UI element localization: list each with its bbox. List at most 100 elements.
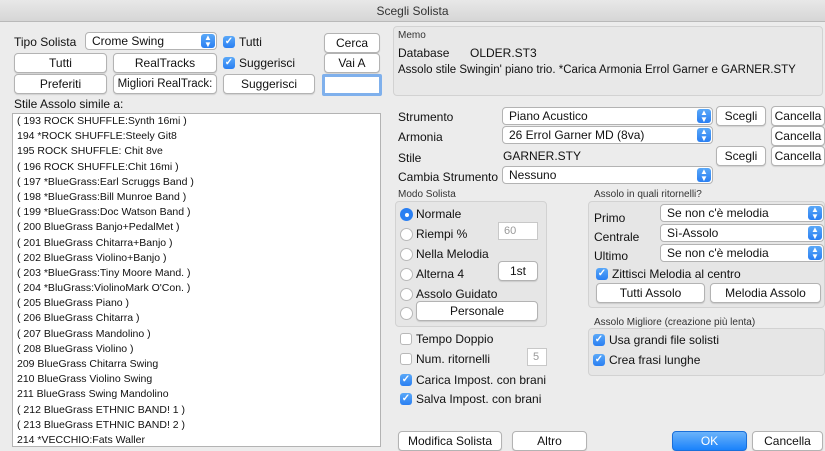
normale-radio[interactable] xyxy=(400,208,413,221)
list-label: Stile Assolo simile a: xyxy=(14,97,124,111)
cancella-button[interactable]: Cancella xyxy=(752,431,823,451)
strumento-label: Strumento xyxy=(398,110,454,124)
armonia-value: 26 Errol Garner MD (8va) xyxy=(509,128,645,142)
grandi-file-checkbox[interactable]: ✓ xyxy=(593,334,605,346)
frasi-lunghe-checkbox[interactable]: ✓ xyxy=(593,354,605,366)
nella-melodia-label: Nella Melodia xyxy=(416,247,489,261)
suggerisci-checkbox[interactable]: ✓ xyxy=(223,57,235,69)
list-item[interactable]: ( 212 BlueGrass ETHNIC BAND! 1 ) xyxy=(13,403,380,418)
centrale-select[interactable]: Sì-Assolo ▲ ▼ xyxy=(660,224,824,242)
num-ritornelli-checkbox[interactable] xyxy=(400,353,412,365)
list-item[interactable]: ( 197 *BlueGrass:Earl Scruggs Band ) xyxy=(13,175,380,190)
tutti-checkbox[interactable]: ✓ xyxy=(223,36,235,48)
memo-label: Memo xyxy=(398,30,426,41)
personale-radio[interactable] xyxy=(400,307,413,320)
memo-box xyxy=(393,26,823,96)
personale-button[interactable]: Personale xyxy=(416,301,538,321)
list-item[interactable]: ( 199 *BlueGrass:Doc Watson Band ) xyxy=(13,205,380,220)
list-item[interactable]: ( 205 BlueGrass Piano ) xyxy=(13,296,380,311)
tutti-assolo-button[interactable]: Tutti Assolo xyxy=(596,283,705,303)
list-item[interactable]: ( 203 *BlueGrass:Tiny Moore Mand. ) xyxy=(13,266,380,281)
list-item[interactable]: ( 200 BlueGrass Banjo+PedalMet ) xyxy=(13,220,380,235)
vai-a-button[interactable]: Vai A xyxy=(324,53,380,73)
strumento-select[interactable]: Piano Acustico ▲ ▼ xyxy=(502,107,713,125)
list-item[interactable]: 214 *VECCHIO:Fats Waller xyxy=(13,433,380,446)
list-item[interactable]: 210 BlueGrass Violino Swing xyxy=(13,372,380,387)
riempi-label: Riempi % xyxy=(416,227,468,241)
modifica-solista-button[interactable]: Modifica Solista xyxy=(398,431,502,451)
cambia-strumento-label: Cambia Strumento xyxy=(398,170,499,184)
chevron-updown-icon: ▲ ▼ xyxy=(697,109,711,124)
ultimo-value: Se non c'è melodia xyxy=(667,246,769,260)
grandi-file-label: Usa grandi file solisti xyxy=(609,333,720,347)
list-item[interactable]: 195 ROCK SHUFFLE: Chit 8ve xyxy=(13,144,380,159)
strumento-value: Piano Acustico xyxy=(509,109,588,123)
list-item[interactable]: ( 213 BlueGrass ETHNIC BAND! 2 ) xyxy=(13,418,380,433)
tutti-button[interactable]: Tutti xyxy=(14,53,107,73)
memo-text: Assolo stile Swingin' piano trio. *Caric… xyxy=(398,64,796,76)
list-item[interactable]: 209 BlueGrass Chitarra Swing xyxy=(13,357,380,372)
primo-value: Se non c'è melodia xyxy=(667,206,769,220)
tempo-doppio-label: Tempo Doppio xyxy=(416,332,494,346)
ok-button[interactable]: OK xyxy=(672,431,747,451)
chevron-updown-icon: ▲ ▼ xyxy=(697,168,711,183)
cerca-button[interactable]: Cerca xyxy=(324,33,380,53)
list-item[interactable]: ( 202 BlueGrass Violino+Banjo ) xyxy=(13,251,380,266)
list-item[interactable]: 194 *ROCK SHUFFLE:Steely Git8 xyxy=(13,129,380,144)
modo-solista-title: Modo Solista xyxy=(398,189,456,200)
nella-melodia-radio[interactable] xyxy=(400,248,413,261)
ultimo-label: Ultimo xyxy=(594,249,629,263)
zittisci-checkbox[interactable]: ✓ xyxy=(596,268,608,280)
stile-cancella-button[interactable]: Cancella xyxy=(771,146,825,166)
assolo-guidato-label: Assolo Guidato xyxy=(416,287,498,301)
vai-a-input[interactable] xyxy=(322,74,382,96)
alterna-label: Alterna 4 xyxy=(416,267,465,281)
list-item[interactable]: ( 204 *BluGrass:ViolinoMark O'Con. ) xyxy=(13,281,380,296)
carica-label: Carica Impost. con brani xyxy=(416,373,547,387)
database-label: Database xyxy=(398,46,450,60)
strumento-cancella-button[interactable]: Cancella xyxy=(771,106,825,126)
list-item[interactable]: ( 196 ROCK SHUFFLE:Chit 16mi ) xyxy=(13,160,380,175)
list-item[interactable]: ( 201 BlueGrass Chitarra+Banjo ) xyxy=(13,236,380,251)
altro-button[interactable]: Altro xyxy=(512,431,587,451)
suggerisci-button[interactable]: Suggerisci xyxy=(223,74,315,94)
riempi-field[interactable]: 60 xyxy=(498,222,538,240)
assolo-guidato-radio[interactable] xyxy=(400,288,413,301)
cambia-strumento-value: Nessuno xyxy=(509,168,557,182)
armonia-select[interactable]: 26 Errol Garner MD (8va) ▲ ▼ xyxy=(502,126,713,144)
num-ritornelli-field[interactable]: 5 xyxy=(527,348,547,366)
list-item[interactable]: 211 BlueGrass Swing Mandolino xyxy=(13,387,380,402)
armonia-cancella-button[interactable]: Cancella xyxy=(771,126,825,146)
window-title: Scegli Solista xyxy=(0,0,825,22)
list-item[interactable]: ( 206 BlueGrass Chitarra ) xyxy=(13,311,380,326)
tutti-checkbox-label: Tutti xyxy=(239,35,262,49)
scegli-solista-dialog: Scegli Solista Tipo Solista Crome Swing … xyxy=(0,0,825,451)
alterna-1st-button[interactable]: 1st xyxy=(498,261,538,281)
cambia-strumento-select[interactable]: Nessuno ▲ ▼ xyxy=(502,166,713,184)
primo-select[interactable]: Se non c'è melodia ▲ ▼ xyxy=(660,204,824,222)
tempo-doppio-checkbox[interactable] xyxy=(400,333,412,345)
list-item[interactable]: ( 198 *BlueGrass:Bill Munroe Band ) xyxy=(13,190,380,205)
stile-scegli-button[interactable]: Scegli xyxy=(716,146,766,166)
carica-checkbox[interactable]: ✓ xyxy=(400,374,412,386)
tipo-solista-select[interactable]: Crome Swing ▲ ▼ xyxy=(85,32,217,50)
salva-checkbox[interactable]: ✓ xyxy=(400,393,412,405)
suggerisci-checkbox-label: Suggerisci xyxy=(239,56,296,70)
salva-label: Salva Impost. con brani xyxy=(416,392,542,406)
centrale-value: Sì-Assolo xyxy=(667,226,719,240)
zittisci-label: Zittisci Melodia al centro xyxy=(612,267,741,281)
tipo-solista-value: Crome Swing xyxy=(92,34,165,48)
stile-value: GARNER.STY xyxy=(503,149,582,163)
list-item[interactable]: ( 208 BlueGrass Violino ) xyxy=(13,342,380,357)
styles-listbox[interactable]: ( 193 ROCK SHUFFLE:Synth 16mi ) 194 *ROCK… xyxy=(12,113,381,447)
list-item[interactable]: ( 207 BlueGrass Mandolino ) xyxy=(13,327,380,342)
list-item[interactable]: ( 193 ROCK SHUFFLE:Synth 16mi ) xyxy=(13,114,380,129)
preferiti-button[interactable]: Preferiti xyxy=(14,74,107,94)
alterna-radio[interactable] xyxy=(400,268,413,281)
ultimo-select[interactable]: Se non c'è melodia ▲ ▼ xyxy=(660,244,824,262)
riempi-radio[interactable] xyxy=(400,228,413,241)
melodia-assolo-button[interactable]: Melodia Assolo xyxy=(710,283,821,303)
migliori-realtracks-button[interactable]: Migliori RealTrack: xyxy=(113,74,217,94)
realtracks-button[interactable]: RealTracks xyxy=(113,53,217,73)
strumento-scegli-button[interactable]: Scegli xyxy=(716,106,766,126)
